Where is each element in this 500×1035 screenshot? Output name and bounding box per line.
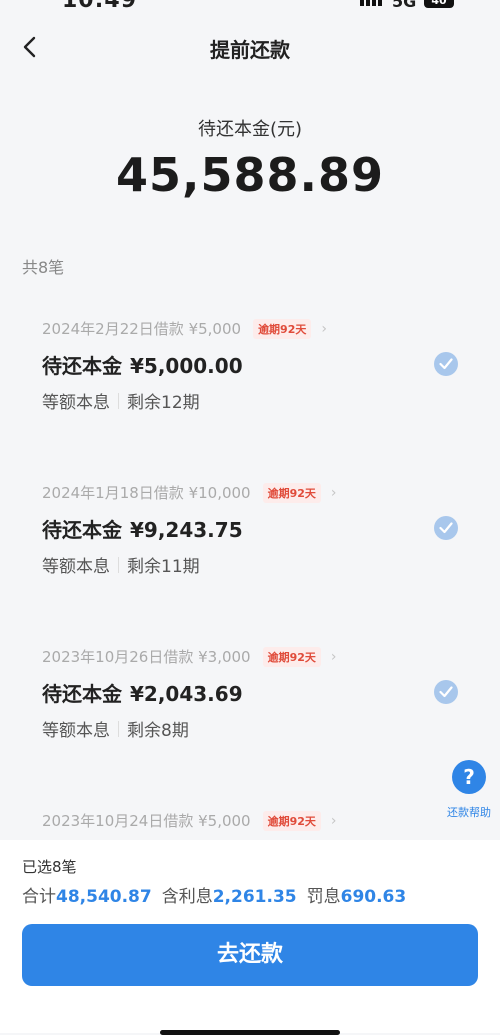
chevron-right-icon: ›: [330, 484, 337, 501]
check-icon: [439, 686, 453, 698]
select-checkbox[interactable]: [434, 516, 458, 540]
remaining-periods: 剩余8期: [127, 721, 189, 741]
loan-principal: 待还本金 ¥9,243.75: [42, 514, 243, 543]
divider: [118, 392, 119, 409]
selected-prefix: 已选: [22, 858, 53, 876]
network-type: 5G: [392, 0, 417, 11]
repayment-method: 等额本息: [42, 557, 110, 577]
interest-label: 含利息: [161, 887, 213, 907]
divider: [118, 720, 119, 737]
select-checkbox[interactable]: [434, 680, 458, 704]
divider: [118, 556, 119, 573]
remaining-periods: 剩余12期: [127, 393, 200, 413]
loan-meta[interactable]: 2024年2月22日借款 ¥5,000 逾期92天 ›: [42, 318, 327, 339]
loan-meta[interactable]: 2023年10月24日借款 ¥5,000 逾期92天 ›: [42, 810, 337, 831]
bottom-summary-bar: 已选8笔 合计48,540.87 含利息2,261.35 罚息690.63 去还款: [0, 840, 500, 1035]
chevron-right-icon: ›: [321, 320, 327, 337]
pay-button[interactable]: 去还款: [22, 924, 478, 986]
loan-plan: 等额本息 剩余8期: [42, 716, 189, 741]
loan-card[interactable]: 2023年10月24日借款 ¥5,000 逾期92天 ›: [22, 798, 478, 838]
overdue-badge: 逾期92天: [262, 482, 321, 503]
interest-value: 2,261.35: [212, 887, 297, 907]
principal-value: ¥2,043.69: [130, 682, 243, 706]
principal-value: ¥9,243.75: [130, 518, 243, 542]
loan-date-amount: 2024年2月22日借款 ¥5,000: [42, 320, 242, 338]
repayment-method: 等额本息: [42, 721, 110, 741]
loan-card[interactable]: 2023年10月26日借款 ¥3,000 逾期92天 › 待还本金 ¥2,043.…: [22, 634, 478, 764]
repayment-method: 等额本息: [42, 393, 110, 413]
totals-line: 合计48,540.87 含利息2,261.35 罚息690.63: [22, 882, 406, 907]
total-value: 48,540.87: [56, 887, 152, 907]
chevron-right-icon: ›: [330, 648, 337, 665]
loan-principal: 待还本金 ¥5,000.00: [42, 350, 243, 379]
principal-summary-label: 待还本金(元): [197, 119, 303, 140]
chevron-right-icon: ›: [330, 812, 337, 829]
select-checkbox[interactable]: [434, 352, 458, 376]
principal-value: ¥5,000.00: [130, 354, 243, 378]
battery-level: 40: [431, 0, 447, 7]
loan-date-amount: 2023年10月26日借款 ¥3,000: [42, 648, 251, 666]
status-bar: 10:49 5G 40: [0, 0, 500, 14]
principal-label: 待还本金: [42, 518, 122, 542]
check-icon: [439, 358, 453, 370]
loan-plan: 等额本息 剩余12期: [42, 388, 200, 413]
selected-value: 8笔: [52, 858, 77, 876]
overdue-badge: 逾期92天: [262, 646, 321, 667]
penalty-label: 罚息: [306, 887, 341, 907]
overdue-badge: 逾期92天: [253, 318, 312, 339]
question-icon: ?: [452, 760, 486, 794]
loan-meta[interactable]: 2024年1月18日借款 ¥10,000 逾期92天 ›: [42, 482, 337, 503]
loan-card[interactable]: 2024年1月18日借款 ¥10,000 逾期92天 › 待还本金 ¥9,243.…: [22, 470, 478, 600]
loan-count: 共8笔: [22, 258, 65, 277]
overdue-badge: 逾期92天: [262, 810, 321, 831]
repayment-help-button[interactable]: ? 还款帮助: [442, 760, 496, 824]
principal-summary-amount: 45,588.89: [116, 148, 384, 202]
principal-label: 待还本金: [42, 682, 122, 706]
loan-plan: 等额本息 剩余11期: [42, 552, 200, 577]
loan-card[interactable]: 2024年2月22日借款 ¥5,000 逾期92天 › 待还本金 ¥5,000.0…: [22, 306, 478, 436]
signal-icon: [360, 0, 382, 8]
total-label: 合计: [22, 887, 56, 907]
help-label: 还款帮助: [447, 806, 491, 819]
loan-date-amount: 2023年10月24日借款 ¥5,000: [42, 812, 251, 830]
principal-label: 待还本金: [42, 354, 122, 378]
check-icon: [439, 522, 453, 534]
status-time: 10:49: [62, 0, 138, 13]
page-title: 提前还款: [210, 38, 290, 62]
nav-bar: 提前还款: [0, 24, 500, 70]
penalty-value: 690.63: [340, 887, 407, 907]
battery-icon: 40: [424, 0, 454, 8]
loan-principal: 待还本金 ¥2,043.69: [42, 678, 243, 707]
remaining-periods: 剩余11期: [127, 557, 200, 577]
selected-count: 已选8笔: [22, 856, 77, 877]
loan-meta[interactable]: 2023年10月26日借款 ¥3,000 逾期92天 ›: [42, 646, 337, 667]
loan-date-amount: 2024年1月18日借款 ¥10,000: [42, 484, 251, 502]
